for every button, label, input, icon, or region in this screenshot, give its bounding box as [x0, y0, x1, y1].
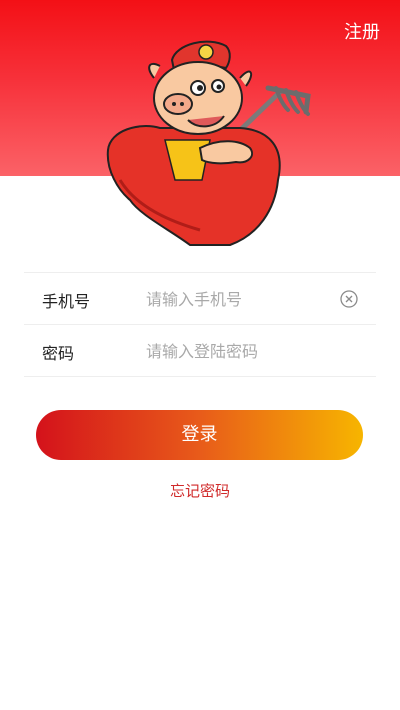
phone-input[interactable]	[144, 283, 338, 315]
login-form: 手机号 密码	[24, 272, 376, 377]
password-input[interactable]	[144, 335, 338, 367]
phone-label: 手机号	[42, 292, 91, 311]
password-row: 密码	[24, 324, 376, 377]
password-label: 密码	[42, 344, 75, 363]
pig-mascot-icon	[106, 40, 311, 246]
phone-row: 手机号	[24, 272, 376, 324]
clear-icon[interactable]	[340, 290, 358, 308]
register-link[interactable]: 注册	[344, 18, 380, 44]
login-button[interactable]: 登录	[36, 410, 363, 460]
forgot-password-link[interactable]: 忘记密码	[0, 480, 400, 501]
